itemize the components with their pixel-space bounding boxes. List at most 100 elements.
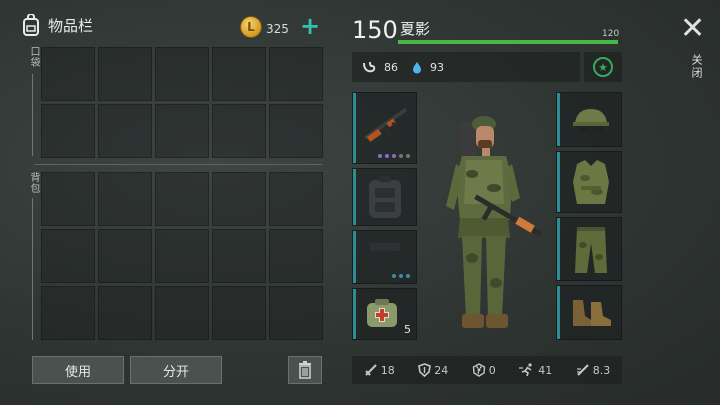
inventory-title: 物品栏 (48, 16, 94, 35)
hunger-value: 86 (384, 60, 398, 74)
rarity-dot (392, 274, 396, 278)
backpack-slot[interactable] (269, 229, 323, 283)
use-button[interactable]: 使用 (32, 356, 124, 384)
backpack-slot[interactable] (212, 172, 266, 226)
slot-accent (353, 93, 356, 163)
pockets-label: 口袋 (28, 46, 39, 68)
backpack-slot[interactable] (155, 286, 209, 340)
trash-button[interactable] (288, 356, 322, 384)
rarity-dots (378, 154, 410, 158)
player-name: 夏影 (400, 20, 431, 38)
slot-accent (557, 218, 560, 280)
pocket-slot[interactable] (155, 47, 209, 101)
backpack-slot[interactable] (98, 229, 152, 283)
boots-slot[interactable] (556, 285, 622, 340)
backpack-icon (23, 14, 39, 36)
vest-icon (573, 160, 609, 204)
weapon-primary-slot[interactable] (352, 92, 417, 164)
backpack-slot[interactable] (269, 172, 323, 226)
pants-slot[interactable] (556, 217, 622, 281)
pocket-slot[interactable] (155, 104, 209, 158)
pants-icon (575, 227, 607, 273)
attack-stat: 18 (364, 363, 395, 377)
backpack-slot[interactable] (41, 172, 95, 226)
backpack-slot[interactable] (155, 229, 209, 283)
player-level: 150 (352, 16, 398, 44)
pocket-slot[interactable] (41, 104, 95, 158)
close-label[interactable]: 关闭 (688, 54, 704, 80)
character-model[interactable] (432, 108, 548, 338)
close-button[interactable]: ✕ (680, 14, 705, 44)
pocket-slot[interactable] (98, 104, 152, 158)
rarity-dot (399, 154, 403, 158)
backpack-slot[interactable] (212, 286, 266, 340)
backpack-equip-slot[interactable] (352, 168, 417, 226)
damage-rate-stat: 8.3 (576, 363, 611, 377)
attack-value: 18 (380, 363, 395, 377)
speed-stat: 41 (519, 363, 552, 377)
slot-accent (353, 169, 356, 225)
stomach-icon (363, 61, 376, 73)
pocket-slot[interactable] (212, 47, 266, 101)
helmet-slot[interactable] (556, 92, 622, 147)
pockets-grid (41, 47, 323, 158)
thirst-value: 93 (430, 60, 444, 74)
sword-icon (365, 364, 377, 376)
combat-stats: 18 24 0 41 8.3 (352, 356, 622, 384)
speed-value: 41 (538, 363, 553, 377)
rarity-dot (385, 154, 389, 158)
backpack-divider-line (32, 198, 33, 340)
rarity-dots (392, 274, 410, 278)
rarity-dot (406, 274, 410, 278)
slot-accent (353, 231, 356, 283)
hp-bar-fill (398, 40, 618, 44)
hp-bar (398, 40, 622, 44)
backpack-item-icon (369, 176, 401, 218)
backpack-slot[interactable] (269, 286, 323, 340)
pocket-slot[interactable] (269, 47, 323, 101)
coin-icon: L (240, 16, 262, 38)
vest-slot[interactable] (556, 151, 622, 213)
running-icon (519, 363, 532, 377)
weapon-secondary-slot[interactable] (352, 230, 417, 284)
slot-accent (353, 289, 356, 339)
slash-icon (576, 364, 589, 376)
backpack-slot[interactable] (98, 172, 152, 226)
pocket-slot[interactable] (41, 47, 95, 101)
status-effect-button[interactable]: ★ (584, 52, 622, 82)
add-coins-button[interactable]: + (300, 14, 320, 38)
inventory-header: 物品栏 (22, 14, 93, 36)
split-button[interactable]: 分开 (130, 356, 222, 384)
pistol-icon (369, 243, 400, 268)
backpack-label: 背包 (28, 172, 39, 194)
trash-icon (299, 361, 311, 379)
pocket-slot[interactable] (269, 104, 323, 158)
helmet-icon (573, 109, 609, 132)
backpack-slot[interactable] (155, 172, 209, 226)
radiation-stat: 0 (472, 363, 496, 377)
pocket-slot[interactable] (98, 47, 152, 101)
radiation-icon (472, 363, 485, 377)
pockets-divider-line (32, 74, 33, 156)
backpack-slot[interactable] (41, 286, 95, 340)
rarity-dot (399, 274, 403, 278)
rifle-icon (363, 107, 408, 142)
slot-accent (557, 152, 560, 212)
section-divider (34, 164, 322, 165)
backpack-slot[interactable] (212, 229, 266, 283)
defense-stat: 24 (418, 363, 448, 377)
defense-value: 24 (434, 363, 449, 377)
pocket-slot[interactable] (212, 104, 266, 158)
star-icon: ★ (593, 57, 613, 77)
boots-icon (573, 300, 611, 326)
consumable-slot[interactable]: 5 (352, 288, 417, 340)
shield-icon (418, 363, 432, 377)
damage-rate-value: 8.3 (592, 363, 611, 377)
hp-value: 120 (602, 29, 620, 39)
backpack-slot[interactable] (41, 229, 95, 283)
backpack-grid (41, 172, 323, 340)
slot-accent (557, 93, 560, 146)
coin-count: 325 (266, 22, 289, 36)
backpack-slot[interactable] (98, 286, 152, 340)
medkit-icon (367, 299, 397, 327)
